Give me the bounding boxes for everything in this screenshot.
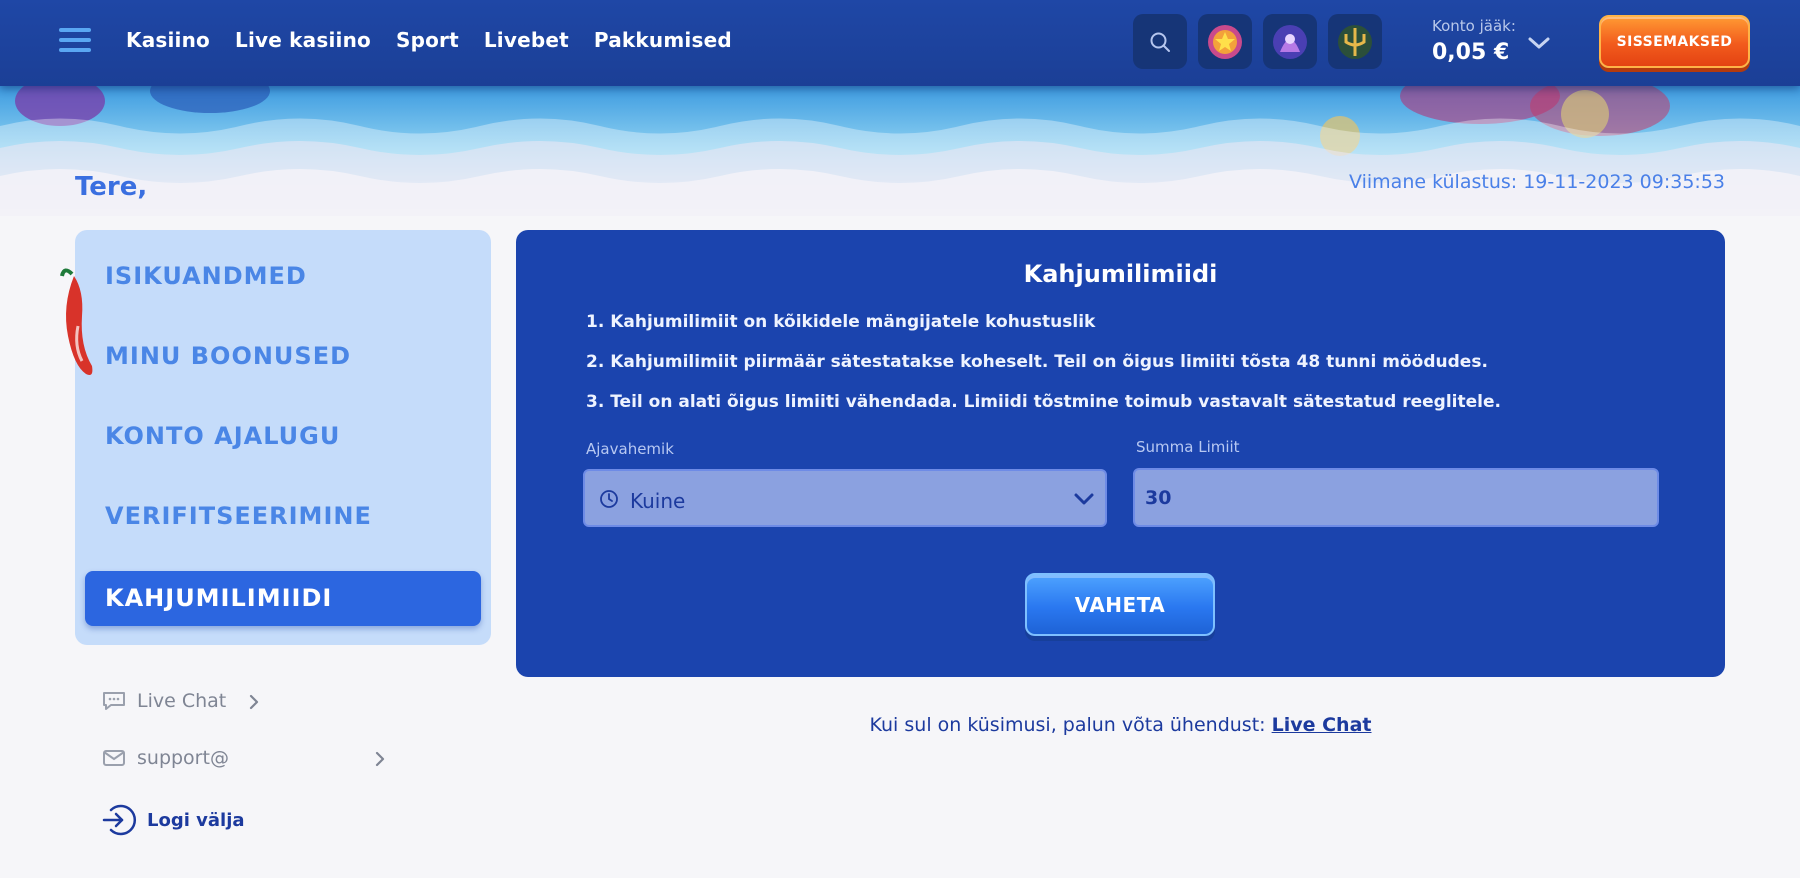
sidebar-item-verifitseerimine[interactable]: VERIFITSEERIMINE (105, 502, 372, 530)
help-live-chat-link[interactable]: Live Chat (1272, 714, 1372, 736)
help-line: Kui sul on küsimusi, palun võta ühendust… (516, 714, 1725, 736)
nav-livebet[interactable]: Livebet (484, 28, 569, 52)
sidebar-item-minu-boonused[interactable]: MINU BOONUSED (105, 342, 351, 370)
logout-label: Logi välja (147, 809, 245, 831)
game-thumb-icon (1208, 24, 1242, 59)
balance-label: Konto jääk: (1432, 17, 1516, 35)
logout-icon (102, 804, 137, 836)
game-thumb-icon (1338, 24, 1372, 59)
help-text: Kui sul on küsimusi, palun võta ühendust… (869, 714, 1272, 736)
support-email-link[interactable]: support@ (101, 747, 385, 769)
amount-label: Summa Limiit (1136, 438, 1240, 456)
nav-pakkumised[interactable]: Pakkumised (594, 28, 732, 52)
chat-icon (103, 692, 125, 710)
menu-icon[interactable] (59, 28, 91, 54)
account-sidebar: ISIKUANDMED MINU BOONUSED KONTO AJALUGU … (75, 230, 491, 645)
amount-input[interactable] (1133, 468, 1659, 527)
main-nav: Kasiino Live kasiino Sport Livebet Pakku… (126, 28, 757, 52)
chevron-right-icon (375, 751, 385, 767)
mail-icon (103, 750, 125, 766)
search-icon (1150, 32, 1170, 52)
nav-sport[interactable]: Sport (396, 28, 459, 52)
period-label: Ajavahemik (586, 440, 674, 458)
logout-link[interactable]: Logi välja (101, 802, 245, 838)
greeting: Tere, (75, 172, 148, 202)
nav-live-kasiino[interactable]: Live kasiino (235, 28, 371, 52)
panel-title: Kahjumilimiidi (1023, 260, 1218, 288)
search-button[interactable] (1133, 14, 1187, 69)
sidebar-item-konto-ajalugu[interactable]: KONTO AJALUGU (105, 422, 340, 450)
rule-3: 3. Teil on alati õigus limiiti vähendada… (586, 392, 1501, 412)
game-shortcut-3[interactable] (1328, 14, 1382, 69)
game-shortcut-1[interactable] (1198, 14, 1252, 69)
top-bar: Kasiino Live kasiino Sport Livebet Pakku… (0, 0, 1800, 86)
period-select[interactable]: Kuine (583, 469, 1107, 527)
support-email-label: support@ (137, 747, 229, 769)
loss-limit-panel: Kahjumilimiidi 1. Kahjumilimiit on kõiki… (516, 230, 1725, 677)
chevron-right-icon (249, 694, 259, 710)
period-value: Kuine (630, 489, 686, 513)
rule-1: 1. Kahjumilimiit on kõikidele mängijatel… (586, 312, 1096, 332)
chili-decoration (60, 268, 93, 375)
chevron-down-icon (1074, 493, 1094, 505)
sidebar-item-isikuandmed[interactable]: ISIKUANDMED (105, 262, 307, 290)
balance-value: 0,05 € (1432, 40, 1510, 65)
sidebar-item-kahjumilimiidi[interactable]: KAHJUMILIMIIDI (85, 571, 481, 626)
header-banner (0, 86, 1800, 216)
change-limit-button[interactable]: VAHETA (1025, 573, 1215, 636)
rule-2: 2. Kahjumilimiit piirmäär sätestatakse k… (586, 352, 1488, 372)
clock-icon (600, 490, 618, 508)
live-chat-link[interactable]: Live Chat (101, 690, 259, 712)
chevron-down-icon[interactable] (1526, 32, 1552, 54)
last-login: Viimane külastus: 19-11-2023 09:35:53 (1349, 171, 1725, 193)
game-shortcut-2[interactable] (1263, 14, 1317, 69)
live-chat-label: Live Chat (137, 690, 227, 712)
nav-kasiino[interactable]: Kasiino (126, 28, 210, 52)
deposit-button[interactable]: SISSEMAKSED (1599, 15, 1750, 68)
game-thumb-icon (1273, 24, 1307, 59)
